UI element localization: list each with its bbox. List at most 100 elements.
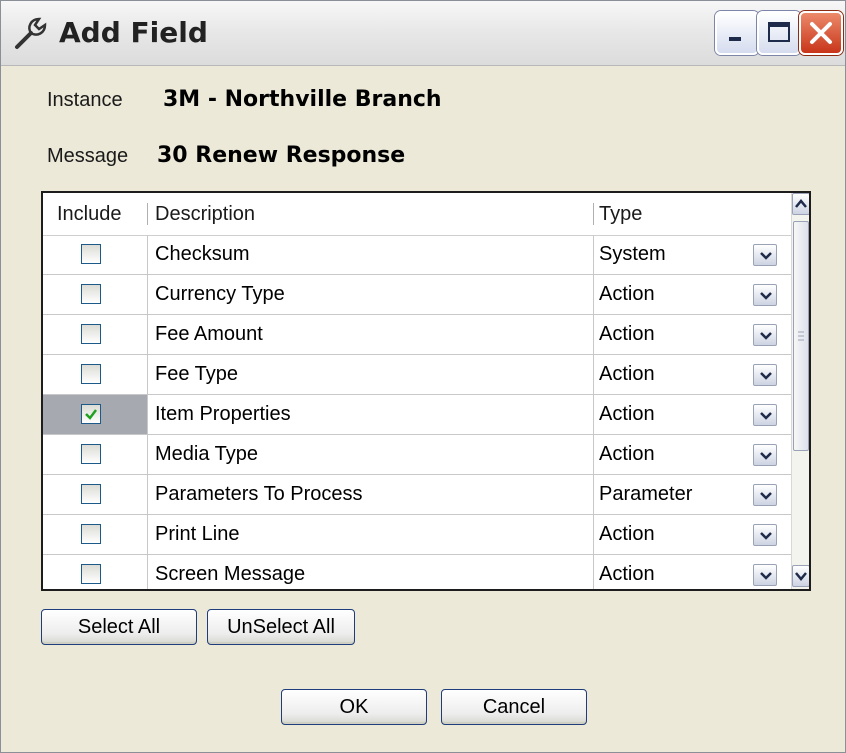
description-text: Fee Type [155,363,239,385]
type-value: Action [599,283,655,305]
maximize-button[interactable] [757,11,801,55]
fields-grid: Include Description Type Checksum System C… [41,191,811,591]
type-value: Action [599,363,655,385]
table-row[interactable]: Parameters To Process Parameter [43,475,793,515]
checkmark-icon [85,409,97,420]
description-cell: Print Line [147,515,594,554]
description-cell: Media Type [147,435,594,474]
instance-value: 3M - Northville Branch [163,87,442,112]
chevron-down-icon [760,452,772,460]
type-value: Parameter [599,483,693,505]
include-cell [43,475,148,514]
grip-icon [798,331,804,341]
table-row[interactable]: Checksum System [43,235,793,275]
message-label: Message [47,145,129,167]
include-cell [43,315,148,354]
header-include[interactable]: Include [57,203,122,226]
type-select[interactable]: Action [593,515,793,554]
table-row[interactable]: Currency Type Action [43,275,793,315]
chevron-down-icon [760,412,772,420]
include-checkbox[interactable] [81,444,101,464]
window-title: Add Field [59,16,208,49]
description-text: Currency Type [155,283,285,305]
chevron-down-icon [760,332,772,340]
type-select[interactable]: Action [593,275,793,314]
cancel-button[interactable]: Cancel [441,689,587,725]
include-checkbox[interactable] [81,564,101,584]
include-checkbox[interactable] [81,244,101,264]
type-dropdown-button[interactable] [753,364,777,386]
scroll-thumb[interactable] [793,221,809,451]
description-text: Fee Amount [155,323,263,345]
include-checkbox[interactable] [81,284,101,304]
type-dropdown-button[interactable] [753,444,777,466]
description-cell: Fee Amount [147,315,594,354]
table-row[interactable]: Print Line Action [43,515,793,555]
type-select[interactable]: Action [593,435,793,474]
unselect-all-button[interactable]: UnSelect All [207,609,355,645]
close-button[interactable] [799,11,843,55]
select-all-button[interactable]: Select All [41,609,197,645]
description-text: Print Line [155,523,240,545]
chevron-down-icon [760,292,772,300]
description-cell: Item Properties [147,395,594,434]
scroll-down-button[interactable] [792,565,809,587]
table-row[interactable]: Screen Message Action [43,555,793,589]
description-cell: Fee Type [147,355,594,394]
description-text: Screen Message [155,563,306,585]
include-checkbox[interactable] [81,404,101,424]
include-cell [43,435,148,474]
type-value: Action [599,443,655,465]
scroll-up-button[interactable] [792,193,809,215]
description-text: Item Properties [155,403,291,425]
description-cell: Currency Type [147,275,594,314]
type-select[interactable]: Parameter [593,475,793,514]
header-type[interactable]: Type [599,203,642,226]
type-value: System [599,243,666,265]
description-text: Parameters To Process [155,483,363,505]
include-checkbox[interactable] [81,364,101,384]
description-text: Checksum [155,243,250,265]
type-value: Action [599,323,655,345]
include-cell [43,355,148,394]
type-dropdown-button[interactable] [753,244,777,266]
include-cell [43,555,148,589]
table-row[interactable]: Fee Amount Action [43,315,793,355]
table-row[interactable]: Media Type Action [43,435,793,475]
vertical-scrollbar[interactable] [791,193,809,589]
type-dropdown-button[interactable] [753,484,777,506]
include-checkbox[interactable] [81,524,101,544]
add-field-dialog: Add Field Instance 3M - Northville Branc… [0,0,846,753]
title-bar[interactable]: Add Field [1,1,845,66]
table-row[interactable]: Fee Type Action [43,355,793,395]
description-cell: Screen Message [147,555,594,589]
maximize-icon [768,22,790,42]
include-checkbox[interactable] [81,484,101,504]
type-select[interactable]: Action [593,315,793,354]
type-dropdown-button[interactable] [753,324,777,346]
instance-label: Instance [47,89,123,111]
type-value: Action [599,563,655,585]
type-dropdown-button[interactable] [753,284,777,306]
chevron-down-icon [760,532,772,540]
include-cell [43,515,148,554]
minimize-button[interactable] [715,11,759,55]
type-select[interactable]: System [593,235,793,274]
type-select[interactable]: Action [593,395,793,434]
type-value: Action [599,403,655,425]
include-cell [43,235,148,274]
type-dropdown-button[interactable] [753,564,777,586]
type-dropdown-button[interactable] [753,404,777,426]
type-dropdown-button[interactable] [753,524,777,546]
type-select[interactable]: Action [593,355,793,394]
type-select[interactable]: Action [593,555,793,589]
include-checkbox[interactable] [81,324,101,344]
type-value: Action [599,523,655,545]
header-description[interactable]: Description [155,203,255,226]
chevron-down-icon [760,372,772,380]
table-row[interactable]: Item Properties Action [43,395,793,435]
ok-button[interactable]: OK [281,689,427,725]
description-cell: Parameters To Process [147,475,594,514]
close-icon [810,22,832,44]
chevron-down-icon [760,492,772,500]
